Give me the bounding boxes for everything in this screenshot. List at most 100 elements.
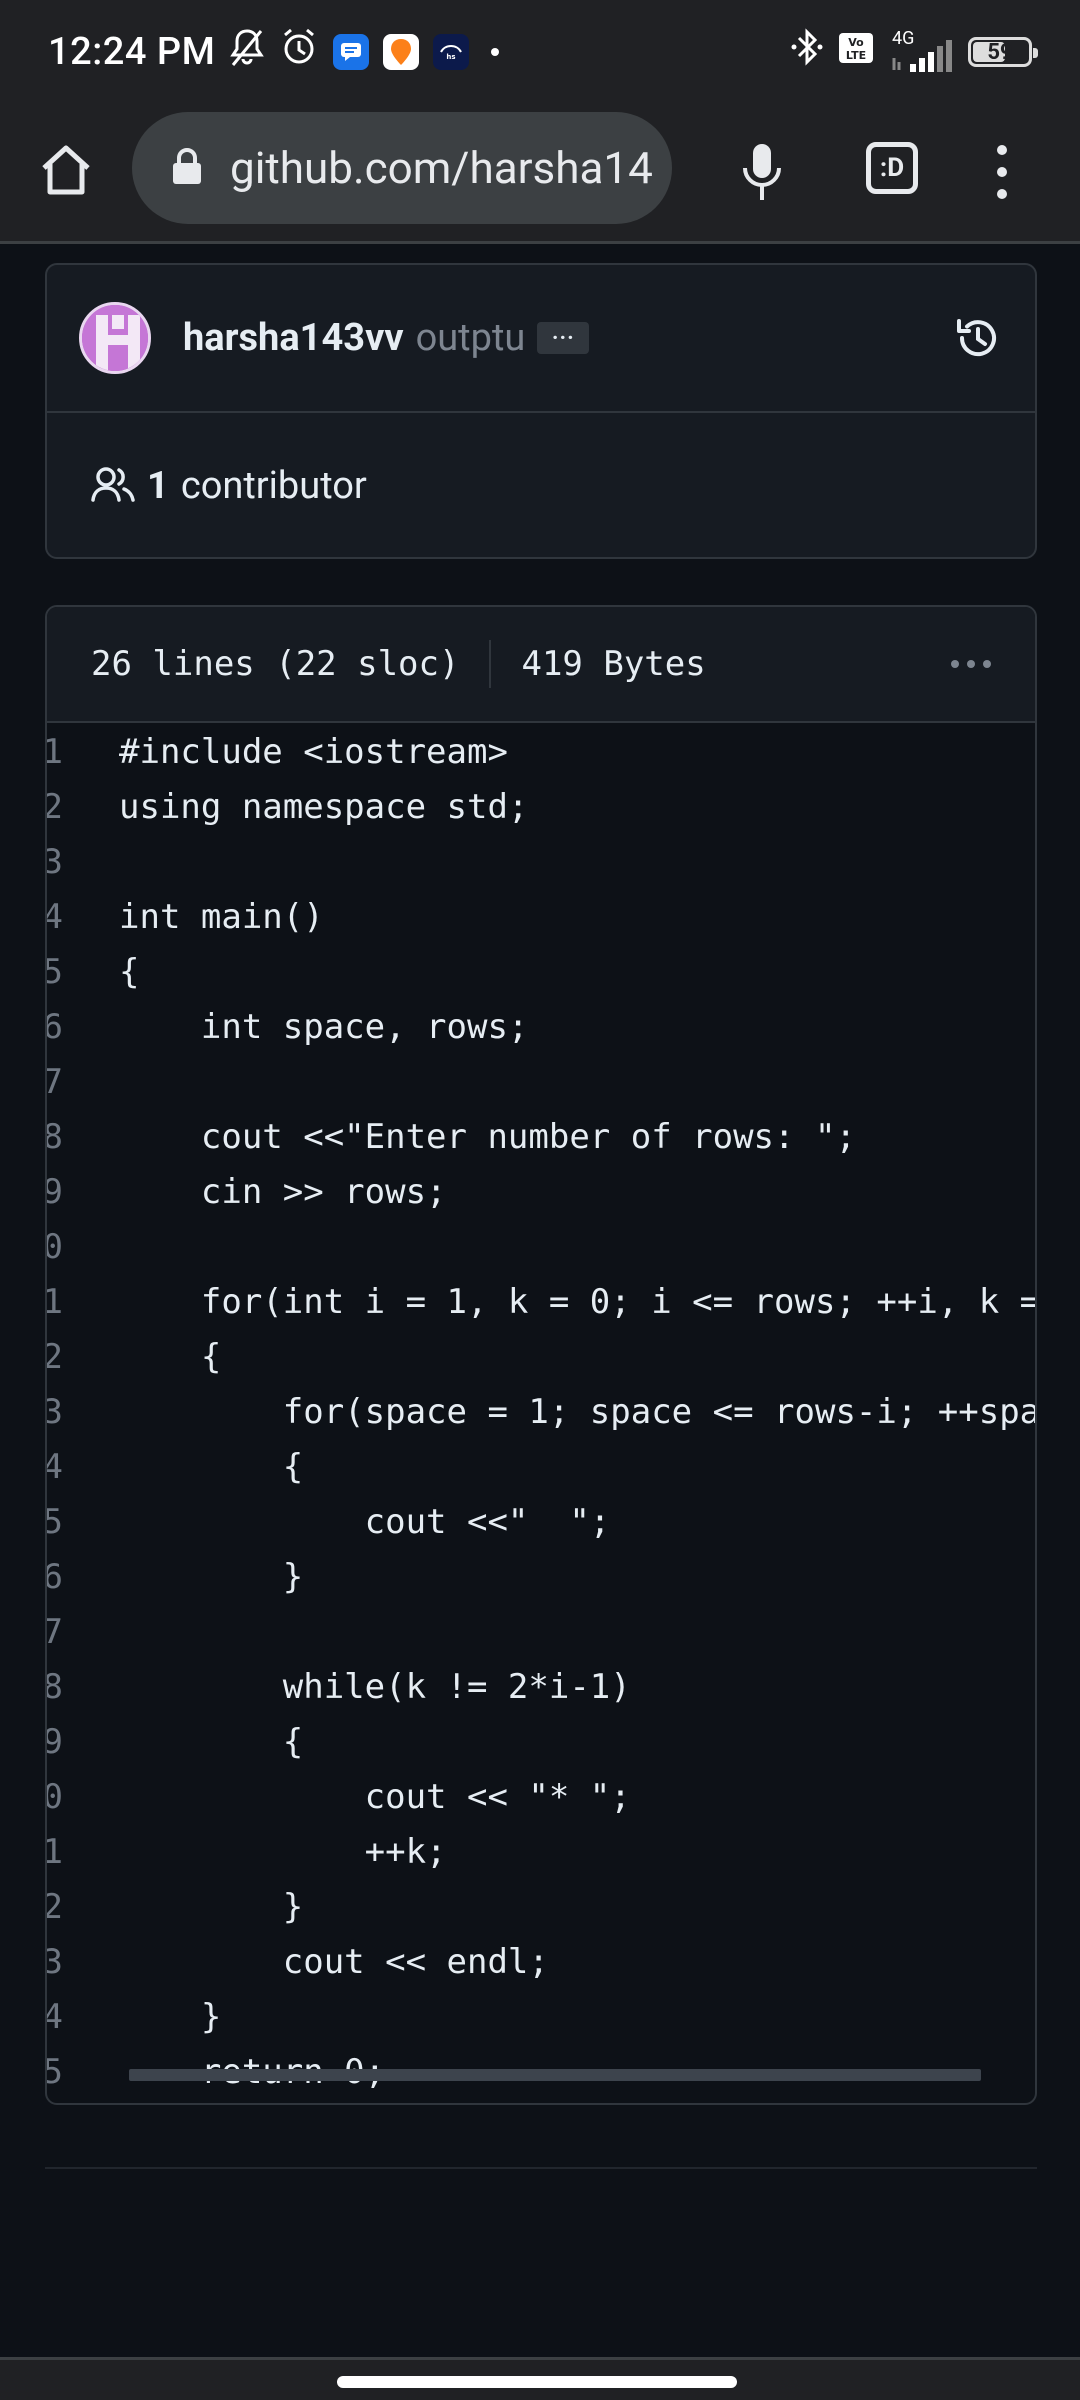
line-number[interactable]: 21 xyxy=(47,1825,63,1880)
line-code: } xyxy=(119,1997,222,2037)
line-number[interactable]: 23 xyxy=(47,1935,63,1990)
line-code: { xyxy=(119,952,140,992)
line-code: cout << "* "; xyxy=(119,1777,631,1817)
line-number[interactable]: 12 xyxy=(47,1330,63,1385)
file-options-button[interactable] xyxy=(951,660,991,668)
bell-muted-icon xyxy=(229,27,265,77)
code-line: 7 xyxy=(47,1055,1035,1110)
code-line: 21 ++k; xyxy=(47,1825,1035,1880)
avatar[interactable] xyxy=(79,302,151,374)
line-code: { xyxy=(119,1722,304,1762)
header-divider xyxy=(489,640,492,688)
line-code: for(int i = 1, k = 0; i <= rows; ++i, k … xyxy=(119,1282,1037,1322)
kebab-dot xyxy=(951,660,959,668)
footer-divider xyxy=(45,2167,1037,2169)
commit-message[interactable]: outptu xyxy=(416,316,526,360)
line-number[interactable]: 24 xyxy=(47,1990,63,2045)
alarm-icon xyxy=(279,27,319,77)
line-number[interactable]: 17 xyxy=(47,1605,63,1660)
home-button[interactable] xyxy=(36,140,96,200)
history-button[interactable] xyxy=(953,313,1003,363)
battery-indicator: 59 xyxy=(968,37,1038,67)
line-number[interactable]: 1 xyxy=(47,725,63,780)
svg-text:LTE: LTE xyxy=(846,49,866,62)
status-bar: 12:24 PM hs Vo LTE 4G 59 xyxy=(0,0,1080,104)
line-number[interactable]: 4 xyxy=(47,890,63,945)
code-line: 3 xyxy=(47,835,1035,890)
line-code: int main() xyxy=(119,897,324,937)
line-number[interactable]: 22 xyxy=(47,1880,63,1935)
line-number[interactable]: 8 xyxy=(47,1110,63,1165)
code-line: 24 } xyxy=(47,1990,1035,2045)
volte-icon: Vo LTE xyxy=(838,30,874,74)
file-size: 419 Bytes xyxy=(521,644,706,684)
kebab-dot xyxy=(967,660,975,668)
code-listing[interactable]: 1 #include <iostream> 2 using namespace std… xyxy=(47,725,1037,2103)
home-gesture-handle[interactable] xyxy=(337,2376,737,2388)
line-code: int space, rows; xyxy=(119,1007,529,1047)
line-number[interactable]: 6 xyxy=(47,1000,63,1055)
file-header: 26 lines (22 sloc) 419 Bytes xyxy=(47,607,1035,723)
line-number[interactable]: 2 xyxy=(47,780,63,835)
code-line: 26} xyxy=(47,2100,1035,2103)
code-line: 10 xyxy=(47,1220,1035,1275)
code-line: 19 { xyxy=(47,1715,1035,1770)
code-line: 4 int main() xyxy=(47,890,1035,945)
line-code: } xyxy=(119,1887,304,1927)
line-number[interactable]: 19 xyxy=(47,1715,63,1770)
line-code: while(k != 2*i-1) xyxy=(119,1667,631,1707)
line-number[interactable]: 13 xyxy=(47,1385,63,1440)
line-number[interactable]: 26 xyxy=(47,2100,63,2103)
line-code: using namespace std; xyxy=(119,787,529,827)
commit-author[interactable]: harsha143vv xyxy=(183,316,404,360)
line-number[interactable]: 7 xyxy=(47,1055,63,1110)
signal-icon: 4G xyxy=(888,28,954,74)
line-number[interactable]: 3 xyxy=(47,835,63,890)
code-line: 20 cout << "* "; xyxy=(47,1770,1035,1825)
more-notifications-dot xyxy=(491,48,500,56)
svg-text:hs: hs xyxy=(447,53,456,61)
address-bar[interactable]: github.com/harsha14 xyxy=(132,112,672,224)
code-line: 23 cout << endl; xyxy=(47,1935,1035,1990)
code-line: 17 xyxy=(47,1605,1035,1660)
line-code: cin >> rows; xyxy=(119,1172,447,1212)
code-line: 9 cin >> rows; xyxy=(47,1165,1035,1220)
line-code: cout <<"Enter number of rows: "; xyxy=(119,1117,856,1157)
line-code: { xyxy=(119,1447,304,1487)
url-text: github.com/harsha14 xyxy=(230,142,653,194)
expand-commit-button[interactable]: ··· xyxy=(537,322,590,354)
line-number[interactable]: 15 xyxy=(47,1495,63,1550)
github-file-page: harsha143vv outptu ··· 1 contributor 26 … xyxy=(0,247,1080,2357)
status-time: 12:24 PM xyxy=(48,30,216,74)
line-number[interactable]: 9 xyxy=(47,1165,63,1220)
notification-icons: hs xyxy=(229,27,500,77)
swiggy-app-icon xyxy=(383,34,420,70)
code-line: 11 for(int i = 1, k = 0; i <= rows; ++i,… xyxy=(47,1275,1037,1330)
line-code: { xyxy=(119,1337,222,1377)
code-line: 14 { xyxy=(47,1440,1035,1495)
hotstar-app-icon: hs xyxy=(433,34,470,70)
line-number[interactable]: 16 xyxy=(47,1550,63,1605)
line-number[interactable]: 18 xyxy=(47,1660,63,1715)
line-number[interactable]: 25 xyxy=(47,2045,63,2100)
browser-menu-button[interactable] xyxy=(990,140,1014,204)
line-code: } xyxy=(119,2100,139,2103)
file-viewer: 26 lines (22 sloc) 419 Bytes 1 #include <… xyxy=(45,605,1037,2105)
bluetooth-icon xyxy=(790,27,824,77)
voice-search-button[interactable] xyxy=(738,140,786,204)
line-number[interactable]: 10 xyxy=(47,1220,63,1275)
line-number[interactable]: 20 xyxy=(47,1770,63,1825)
contributors-row[interactable]: 1 contributor xyxy=(47,413,1035,559)
line-number[interactable]: 14 xyxy=(47,1440,63,1495)
browser-toolbar: github.com/harsha14 :D xyxy=(0,104,1080,244)
code-line: 1 #include <iostream> xyxy=(47,725,1035,780)
line-number[interactable]: 5 xyxy=(47,945,63,1000)
horizontal-scrollbar[interactable] xyxy=(129,2069,981,2081)
tab-switcher-button[interactable]: :D xyxy=(866,142,918,194)
code-line: 18 while(k != 2*i-1) xyxy=(47,1660,1035,1715)
more-vert-icon xyxy=(997,145,1007,199)
code-line: 15 cout <<" "; xyxy=(47,1495,1035,1550)
code-line: 13 for(space = 1; space <= rows-i; ++spa… xyxy=(47,1385,1035,1440)
code-line: 22 } xyxy=(47,1880,1035,1935)
line-number[interactable]: 11 xyxy=(47,1275,63,1330)
